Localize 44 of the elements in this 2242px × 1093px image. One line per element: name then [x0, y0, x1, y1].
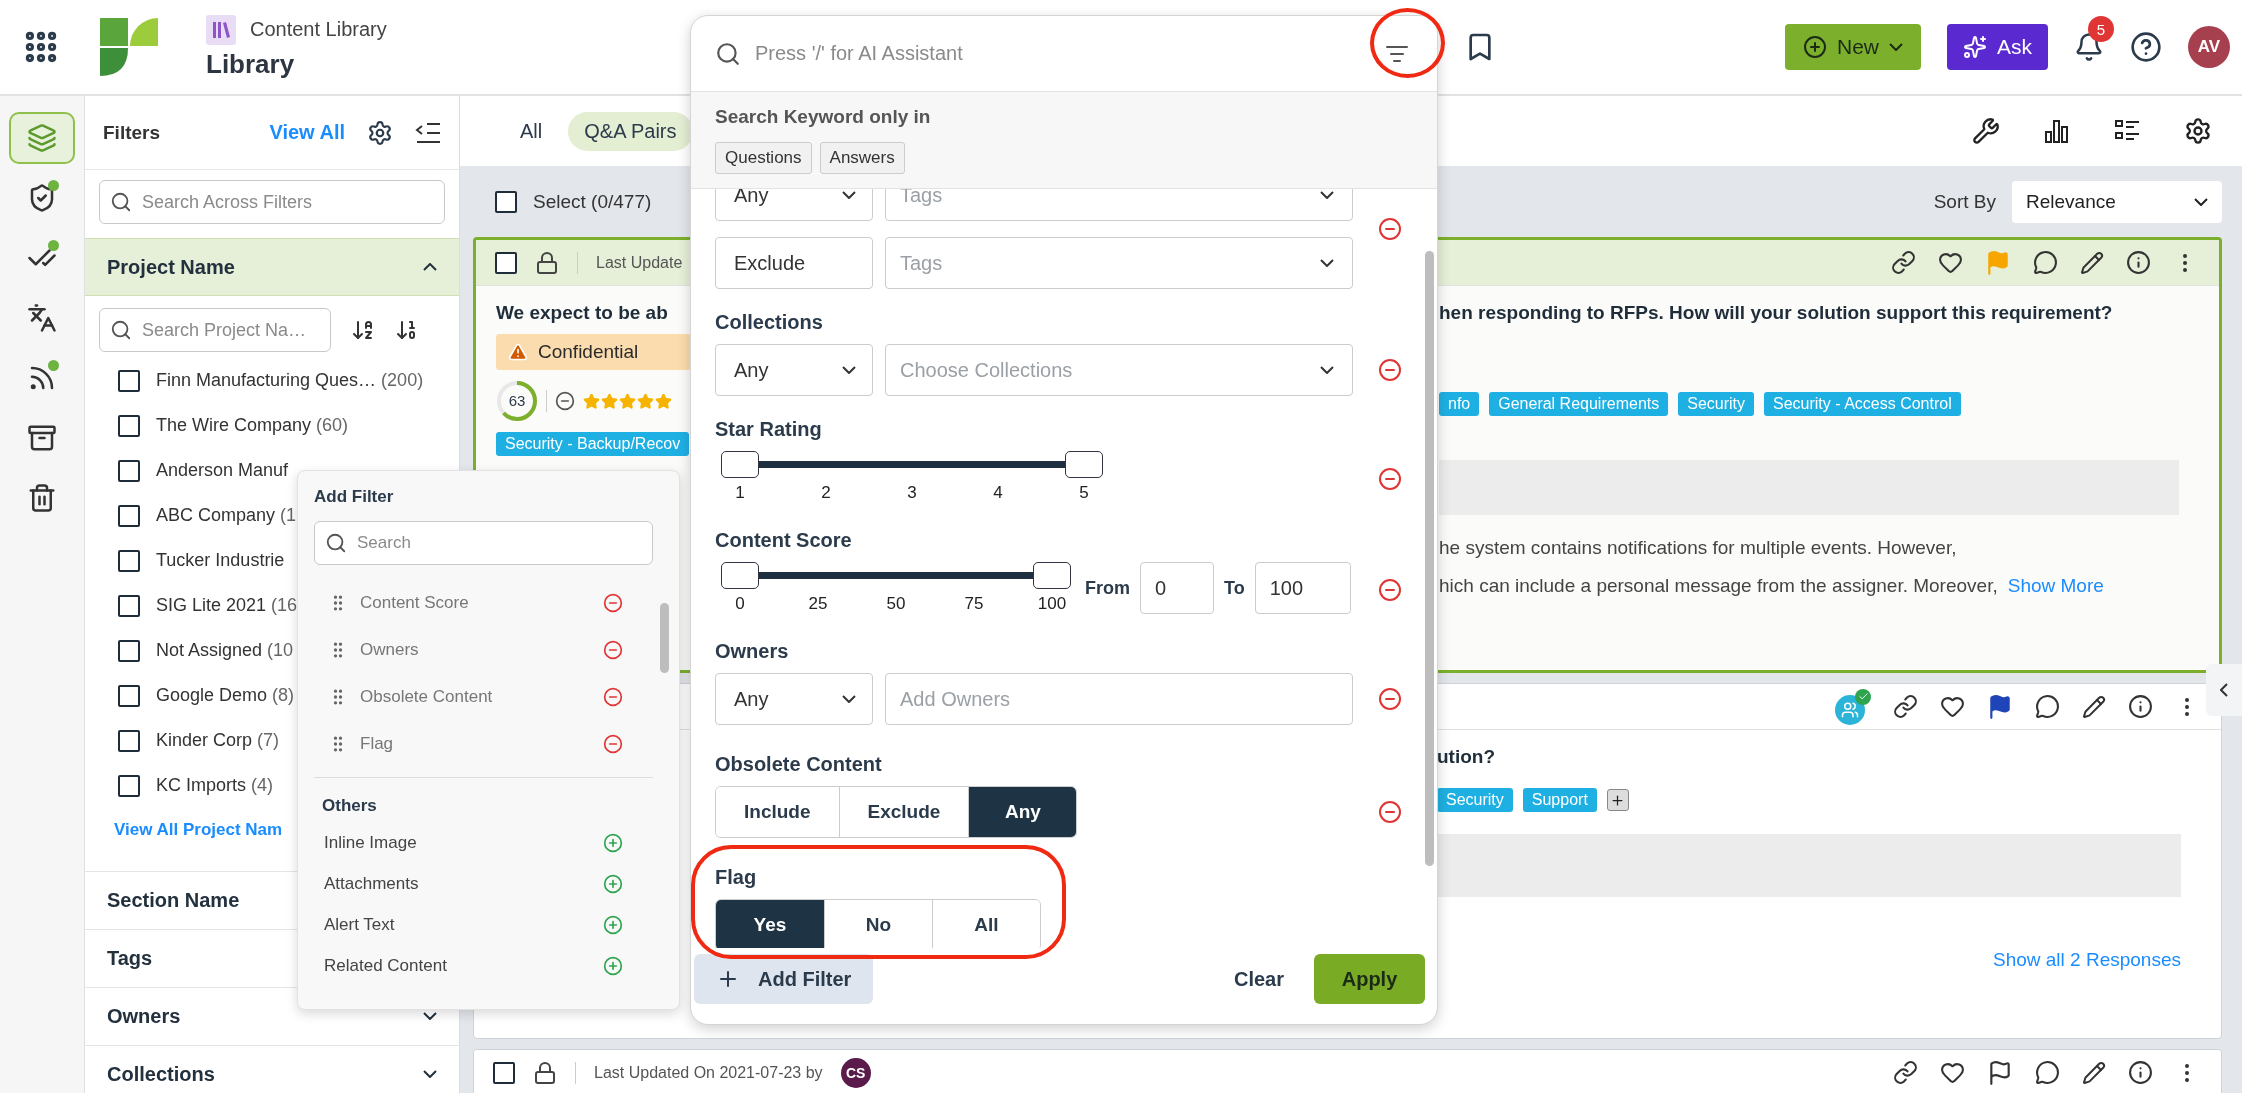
- last-updated-text: Last Update: [596, 253, 683, 272]
- page-title: Library: [206, 48, 296, 80]
- question-text: hen responding to RFPs. How will your solution support this requirement?: [1439, 302, 2114, 324]
- app-label: Content Library: [250, 18, 387, 41]
- select-count: Select (0/477): [533, 190, 652, 213]
- filter-title: Obsolete Content: [715, 753, 883, 776]
- confidential-badge: Confidential: [496, 334, 691, 370]
- filter-title: Owners: [715, 640, 790, 663]
- to-label: To: [1224, 577, 1245, 599]
- tick-label: 1: [735, 483, 745, 503]
- filter-title: Collections: [715, 311, 824, 334]
- tick-label: 5: [1079, 483, 1089, 503]
- filter-option: Inline Image: [324, 832, 417, 853]
- question-text: We expect to be ab: [496, 302, 669, 324]
- tick-label: 75: [964, 594, 984, 614]
- tick-label: 0: [735, 594, 745, 614]
- menu-title: Add Filter: [314, 487, 395, 507]
- last-updated-text: Last Updated On 2021-07-23 by: [594, 1063, 823, 1082]
- group-title: Others: [322, 796, 378, 816]
- from-label: From: [1085, 577, 1130, 599]
- filter-option: Content Score: [360, 592, 469, 613]
- author-avatar: CS: [840, 1057, 871, 1088]
- filter-option: Owners: [360, 639, 419, 660]
- tick-label: 50: [886, 594, 906, 614]
- filter-title: Content Score: [715, 529, 853, 552]
- tick-label: 4: [993, 483, 1003, 503]
- keyword-scope-title: Search Keyword only in: [715, 106, 932, 128]
- tick-label: 2: [821, 483, 831, 503]
- answer-text: he system contains notifications for multiple events. However,: [1439, 536, 1958, 560]
- filter-option: Related Content: [324, 955, 447, 976]
- filter-option: Attachments: [324, 873, 419, 894]
- tick-label: 3: [907, 483, 917, 503]
- tick-label: 25: [808, 594, 828, 614]
- tick-label: 100: [1037, 594, 1067, 614]
- answer-text: hich can include a personal message from the assigner. Moreover,: [1439, 574, 1998, 598]
- score-value: 63: [507, 392, 527, 410]
- filter-option: Flag: [360, 733, 394, 754]
- filter-title: Flag: [715, 866, 758, 889]
- filter-option: Obsolete Content: [360, 686, 493, 707]
- panel-title: Filters: [103, 121, 161, 144]
- notification-badge: 5: [2088, 16, 2114, 42]
- question-text: ution?: [1437, 746, 1497, 768]
- sort-label: Sort By: [1933, 190, 1996, 213]
- filter-title: Star Rating: [715, 418, 823, 441]
